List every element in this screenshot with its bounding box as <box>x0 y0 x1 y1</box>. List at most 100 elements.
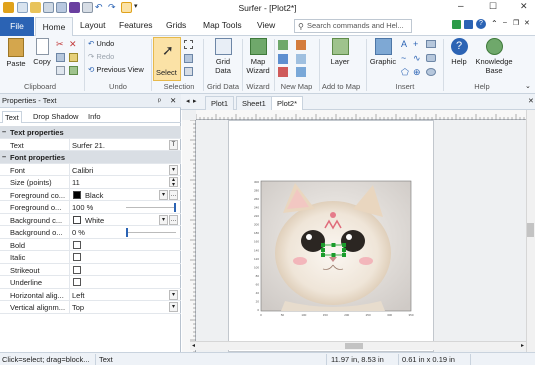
italic-checkbox[interactable] <box>73 253 81 261</box>
tab-layout[interactable]: Layout <box>80 20 106 30</box>
chevron-down-icon[interactable]: ▾ <box>159 214 168 225</box>
doc-tab-plot1[interactable]: Plot1 <box>205 96 235 110</box>
vertical-alignment-select[interactable]: Top <box>72 303 84 312</box>
group-icon[interactable] <box>184 67 193 76</box>
foreground-color-select[interactable]: Black <box>85 191 103 200</box>
polygon-icon[interactable]: ⬠ <box>401 67 409 78</box>
doc-minimize-icon[interactable]: – <box>503 19 507 26</box>
doc-tab-plot2[interactable]: Plot2* <box>271 96 304 110</box>
duplicate-icon[interactable] <box>56 53 65 62</box>
spline-icon[interactable]: ∿ <box>413 53 421 64</box>
color-relief-map-icon[interactable] <box>296 40 306 50</box>
foreground-opacity-slider[interactable] <box>126 203 176 212</box>
strikeout-checkbox[interactable] <box>73 265 81 274</box>
background-opacity-value[interactable]: 0 % <box>72 228 85 237</box>
doc-restore-icon[interactable]: ❐ <box>513 19 519 27</box>
ribbon-expand-icon[interactable]: ⌄ <box>525 82 531 90</box>
plus-icon[interactable]: + <box>413 39 418 49</box>
select-options-icon[interactable] <box>184 40 193 49</box>
layer-button[interactable]: Layer <box>325 38 355 66</box>
plugin-icon[interactable] <box>452 20 461 29</box>
paste-button[interactable]: Paste <box>3 38 29 68</box>
cut-icon[interactable]: ✂ <box>56 39 64 50</box>
help-button[interactable]: ? Help <box>447 38 471 66</box>
tabs-scroll-right-icon[interactable]: ▸ <box>193 97 197 105</box>
background-opacity-slider[interactable] <box>126 228 176 237</box>
contour-map-icon[interactable] <box>278 40 288 50</box>
tab-file[interactable]: File <box>0 17 34 36</box>
select-button[interactable]: ➚ Select <box>153 37 181 81</box>
horizontal-alignment-select[interactable]: Left <box>72 291 85 300</box>
map-wizard-button[interactable]: Map Wizard <box>244 38 272 75</box>
chevron-down-icon[interactable]: ▾ <box>169 302 178 312</box>
chevron-down-icon[interactable]: ▾ <box>169 289 178 300</box>
map-frame[interactable]: 3002802602402202001801601401201008060402… <box>245 173 433 323</box>
symbol-icon[interactable]: ⊕ <box>413 67 421 78</box>
tab-text[interactable]: Text <box>2 111 22 123</box>
tab-grids[interactable]: Grids <box>166 20 186 30</box>
slider-thumb[interactable] <box>174 203 176 212</box>
more-options-button[interactable]: … <box>169 189 178 200</box>
pin-icon[interactable]: ᵖ <box>158 94 161 107</box>
edit-text-button[interactable]: T <box>169 139 178 150</box>
tab-info[interactable]: Info <box>86 111 103 123</box>
doc-tab-sheet1[interactable]: Sheet1 <box>236 96 272 110</box>
scroll-left-icon[interactable]: ◂ <box>192 342 195 349</box>
delete-icon[interactable]: ✕ <box>69 39 77 50</box>
3d-surface-icon[interactable] <box>296 54 306 64</box>
plot-page[interactable]: 300 280 260 240 220 200 180 160 140 120 100 80 60 40 2… <box>228 120 434 352</box>
post-map-icon[interactable] <box>278 67 288 77</box>
size-spinner-icon[interactable]: ▴ ▾ <box>169 177 178 188</box>
text-value-field[interactable]: Surfer 21. <box>72 141 105 150</box>
horizontal-scrollbar[interactable]: ◂ ▸ <box>190 341 526 350</box>
paste-special-icon[interactable] <box>69 53 78 62</box>
horizontal-scroll-thumb[interactable] <box>345 343 363 349</box>
doc-tab-close-icon[interactable]: ✕ <box>528 97 534 105</box>
format-painter-icon[interactable] <box>69 66 78 75</box>
previous-view-button[interactable]: ⟲ Previous View <box>88 65 144 74</box>
base-map-icon[interactable] <box>278 54 288 64</box>
chevron-down-icon[interactable]: ▾ <box>169 164 178 175</box>
help-circle-icon[interactable]: ? <box>476 19 486 29</box>
vector-map-icon[interactable] <box>296 67 306 77</box>
ellipse-icon[interactable] <box>426 68 436 76</box>
tab-features[interactable]: Features <box>119 20 153 30</box>
tabs-scroll-left-icon[interactable]: ◂ <box>186 97 190 105</box>
arrange-icon[interactable] <box>184 54 193 63</box>
polyline-icon[interactable]: ~ <box>401 53 406 63</box>
copy-button[interactable]: Copy <box>31 38 53 66</box>
font-properties-section[interactable]: – Font properties <box>0 151 181 164</box>
close-panel-icon[interactable]: ✕ <box>170 94 176 107</box>
undo-button[interactable]: ↶ Undo <box>88 39 114 48</box>
tab-home[interactable]: Home <box>35 17 73 37</box>
more-options-button[interactable]: … <box>169 214 178 225</box>
maximize-button[interactable]: ☐ <box>489 1 497 12</box>
font-select[interactable]: Calibri <box>72 166 93 175</box>
grid-data-button[interactable]: Grid Data <box>209 38 237 75</box>
background-color-select[interactable]: White <box>85 216 104 225</box>
size-input[interactable]: 11 <box>72 178 80 187</box>
underline-checkbox[interactable] <box>73 278 81 286</box>
chevron-down-icon[interactable]: ▾ <box>159 189 168 200</box>
ribbon-collapse-icon[interactable]: ⌃ <box>491 19 498 28</box>
search-box[interactable]: ⚲ Search commands and Hel... <box>294 19 412 33</box>
plot-window[interactable]: 300 280 260 240 220 200 180 160 140 120 100 80 60 40 2… <box>182 110 535 353</box>
doc-close-icon[interactable]: ✕ <box>524 19 530 27</box>
updates-icon[interactable] <box>464 20 473 29</box>
tab-view[interactable]: View <box>257 20 275 30</box>
select-all-icon[interactable] <box>56 66 65 75</box>
close-window-button[interactable]: ✕ <box>520 1 528 12</box>
foreground-opacity-value[interactable]: 100 % <box>72 203 93 212</box>
tab-map-tools[interactable]: Map Tools <box>203 20 242 30</box>
vertical-scroll-thumb[interactable] <box>527 223 534 237</box>
text-icon[interactable]: A <box>401 39 407 49</box>
tab-drop-shadow[interactable]: Drop Shadow <box>31 111 80 123</box>
minimize-button[interactable]: – <box>458 1 464 12</box>
scroll-right-icon[interactable]: ▸ <box>521 342 524 349</box>
slider-thumb[interactable] <box>126 228 128 237</box>
bold-checkbox[interactable] <box>73 240 81 249</box>
rectangle-icon[interactable] <box>426 40 436 48</box>
graphic-button[interactable]: Graphic <box>368 38 398 66</box>
knowledge-base-button[interactable]: Knowledge Base <box>472 38 516 75</box>
rounded-rectangle-icon[interactable] <box>426 54 436 62</box>
